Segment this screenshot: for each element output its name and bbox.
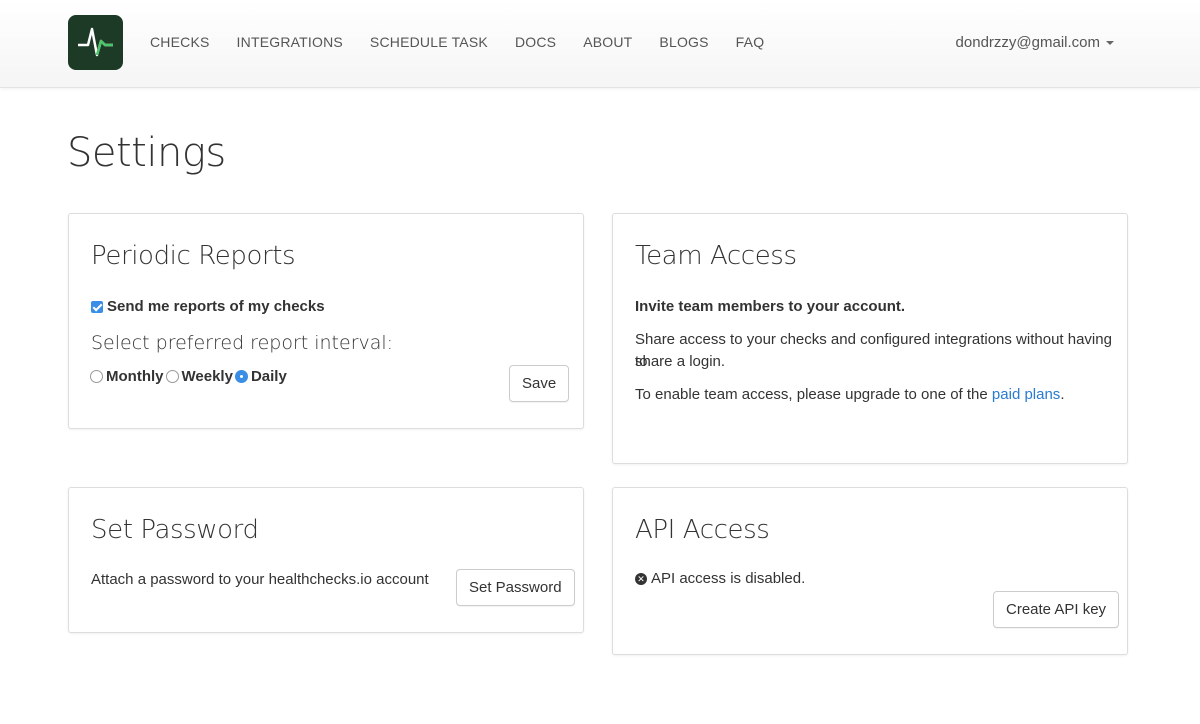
- daily-label: Daily: [250, 368, 287, 385]
- panel-title: Periodic Reports: [91, 241, 296, 271]
- team-enable-prefix: To enable team access, please upgrade to…: [635, 386, 992, 403]
- interval-label: Select preferred report interval:: [91, 332, 394, 354]
- panel-title: Set Password: [91, 515, 259, 545]
- nav-links: CHECKS INTEGRATIONS SCHEDULE TASK DOCS A…: [150, 34, 791, 50]
- nav-schedule-task[interactable]: SCHEDULE TASK: [370, 34, 488, 50]
- daily-radio[interactable]: [234, 370, 248, 383]
- panel-title: API Access: [635, 515, 770, 545]
- set-password-panel: Set Password Attach a password to your h…: [68, 487, 584, 633]
- team-enable-suffix: .: [1060, 386, 1065, 403]
- send-reports-checkbox[interactable]: [91, 300, 103, 313]
- nav-docs[interactable]: DOCS: [515, 34, 556, 50]
- user-email: dondrzzy@gmail.com: [955, 34, 1100, 51]
- page-title: Settings: [67, 130, 226, 176]
- user-menu[interactable]: dondrzzy@gmail.com: [956, 34, 1114, 51]
- api-access-panel: API Access ✕ API access is disabled. Cre…: [612, 487, 1128, 655]
- interval-radio-group: Monthly Weekly Daily: [90, 368, 289, 385]
- x-circle-icon: ✕: [635, 572, 647, 585]
- set-password-button[interactable]: Set Password: [456, 569, 575, 606]
- reports-checkbox-row: Send me reports of my checks: [91, 298, 325, 315]
- nav-checks[interactable]: CHECKS: [150, 34, 210, 50]
- create-api-key-button[interactable]: Create API key: [993, 591, 1120, 628]
- top-navbar: CHECKS INTEGRATIONS SCHEDULE TASK DOCS A…: [0, 0, 1200, 88]
- nav-about[interactable]: ABOUT: [583, 34, 632, 50]
- pulse-logo-icon[interactable]: [68, 15, 123, 70]
- paid-plans-link[interactable]: paid plans: [992, 386, 1060, 403]
- save-button[interactable]: Save: [509, 365, 570, 402]
- api-status-text: API access is disabled.: [651, 570, 806, 587]
- chevron-down-icon: [1106, 40, 1114, 45]
- weekly-label: Weekly: [181, 368, 233, 385]
- team-enable-text: To enable team access, please upgrade to…: [635, 384, 1064, 406]
- monthly-radio[interactable]: [90, 370, 103, 383]
- api-status-row: ✕ API access is disabled.: [635, 570, 805, 587]
- monthly-label: Monthly: [106, 368, 164, 385]
- radio-option-daily: Daily: [234, 368, 287, 385]
- weekly-radio[interactable]: [165, 370, 179, 383]
- nav-integrations[interactable]: INTEGRATIONS: [237, 34, 343, 50]
- panel-title: Team Access: [635, 241, 797, 271]
- nav-blogs[interactable]: BLOGS: [659, 34, 708, 50]
- team-share-text-line2: share a login.: [635, 353, 726, 370]
- nav-faq[interactable]: FAQ: [736, 34, 765, 50]
- periodic-reports-panel: Periodic Reports Send me reports of my c…: [68, 213, 584, 429]
- send-reports-label: Send me reports of my checks: [107, 298, 325, 315]
- team-access-panel: Team Access Invite team members to your …: [612, 213, 1128, 464]
- radio-option-monthly: Monthly: [90, 368, 164, 385]
- team-invite-text: Invite team members to your account.: [635, 298, 906, 315]
- radio-option-weekly: Weekly: [165, 368, 233, 385]
- password-description: Attach a password to your healthchecks.i…: [91, 571, 429, 588]
